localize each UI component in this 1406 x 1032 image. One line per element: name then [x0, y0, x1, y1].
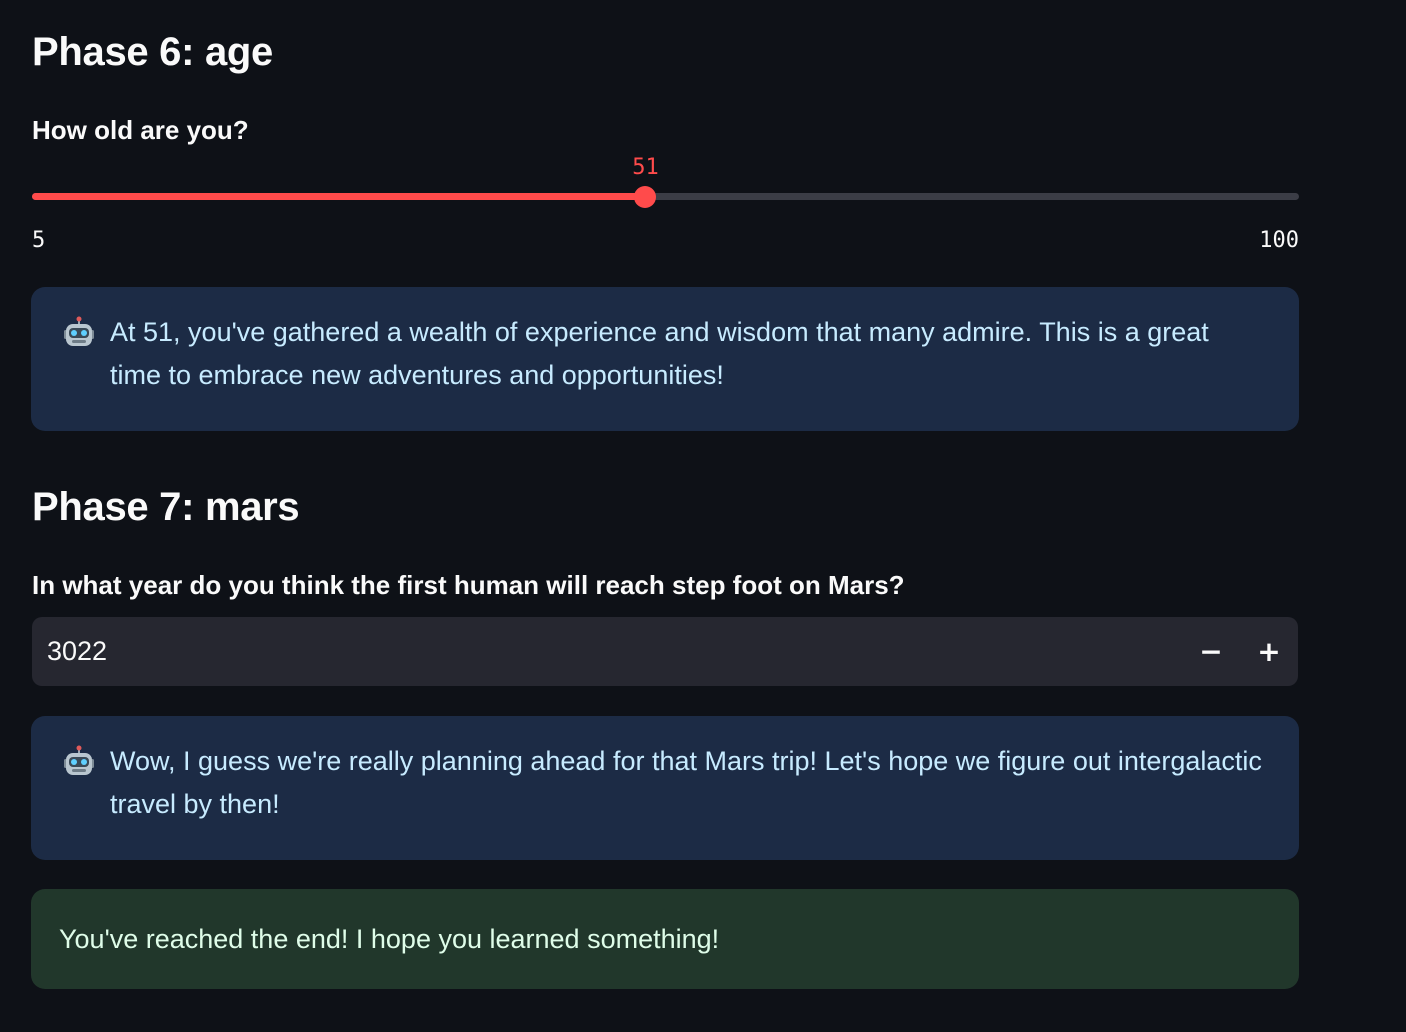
age-response-alert: At 51, you've gathered a wealth of exper…: [31, 287, 1299, 431]
slider-max-label: 100: [1259, 228, 1299, 253]
phase7-heading: Phase 7: mars: [32, 485, 300, 529]
mars-response-text: Wow, I guess we're really planning ahead…: [110, 746, 1262, 819]
slider-track[interactable]: [32, 193, 1299, 200]
age-slider[interactable]: 51 5 100: [32, 150, 1299, 253]
end-success-alert: You've reached the end! I hope you learn…: [31, 889, 1299, 989]
app-main: Phase 6: age How old are you? 51 5 100 A…: [0, 0, 1406, 1032]
slider-thumb[interactable]: [634, 186, 657, 208]
slider-current-value: 51: [632, 155, 659, 180]
robot-icon: [61, 316, 97, 352]
increment-button[interactable]: +: [1240, 617, 1298, 686]
mars-year-input[interactable]: 3022: [32, 617, 1182, 686]
phase6-heading: Phase 6: age: [32, 30, 273, 74]
mars-response-alert: Wow, I guess we're really planning ahead…: [31, 716, 1299, 860]
end-message-text: You've reached the end! I hope you learn…: [59, 923, 720, 954]
mars-year-number-input: 3022 − +: [32, 617, 1298, 686]
slider-fill: [32, 193, 646, 200]
age-question-label: How old are you?: [32, 115, 249, 145]
age-response-text: At 51, you've gathered a wealth of exper…: [110, 317, 1209, 390]
robot-icon: [61, 745, 97, 781]
decrement-button[interactable]: −: [1182, 617, 1240, 686]
mars-question-label: In what year do you think the first huma…: [32, 570, 905, 600]
slider-min-label: 5: [32, 228, 46, 253]
